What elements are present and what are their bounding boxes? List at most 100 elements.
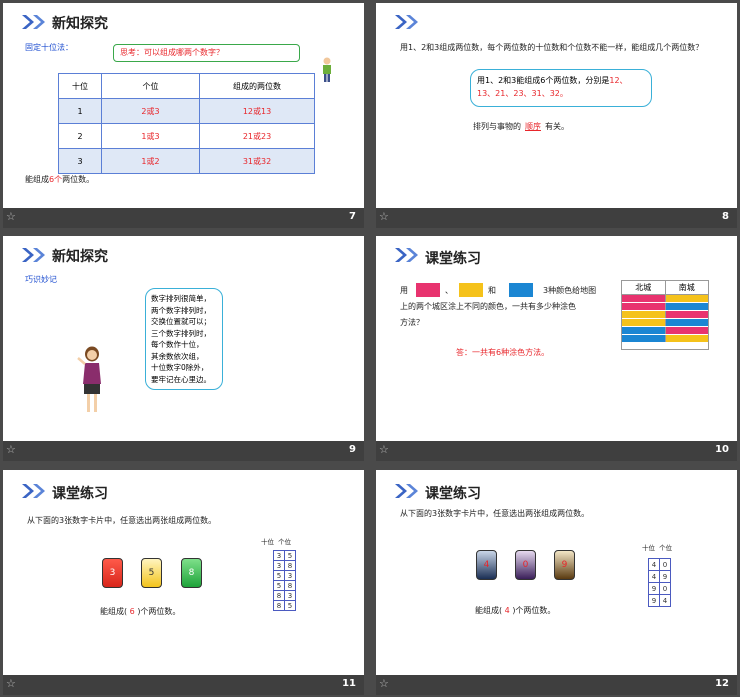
number-card[interactable]: 0 xyxy=(515,550,536,580)
slide-title: 课堂练习 xyxy=(425,486,481,502)
result-text: 能组成( 6 )个两位数。 xyxy=(100,607,181,616)
thought-bubble: 思考：可以组成哪两个数字？ xyxy=(113,44,300,62)
grid-cell: 5 xyxy=(284,600,296,611)
table-cell: 31或32 xyxy=(199,148,315,174)
slide-footer-12: ☆ 12 xyxy=(376,675,737,695)
place-value-table: 十位 个位 组成的两位数 1 2或3 12或13 2 1或3 21或23 3 1… xyxy=(58,73,315,174)
grid-cell: 4 xyxy=(648,570,660,583)
color-pair-row xyxy=(622,319,708,327)
slide-footer-10: ☆ 10 xyxy=(376,441,737,461)
header-tens: 十位 xyxy=(58,73,102,99)
q-and: 和 xyxy=(488,286,496,295)
slide-number: 11 xyxy=(342,678,356,689)
blue-swatch xyxy=(509,283,533,297)
grid-cell: 5 xyxy=(284,550,296,561)
tip-label: 巧识妙记 xyxy=(25,275,57,284)
slide-10[interactable]: 课堂练习 用 、 和 3种颜色给地图 上的两个城区涂上不同的颜色，一共有多少种涂… xyxy=(376,236,737,441)
poem-bubble: 数字排列很简单， 两个数字排列时， 交换位置就可以； 三个数字排列时， 每个数作… xyxy=(145,288,223,390)
method-label: 固定十位法： xyxy=(25,43,73,52)
slide-title: 新知探究 xyxy=(52,16,108,32)
poem-line: 两个数字排列时， xyxy=(151,305,211,315)
slide-11[interactable]: 课堂练习 从下面的3张数字卡片中，任意选出两张组成两位数。 3 5 8 十位 个… xyxy=(3,470,364,675)
header-south: 南城 xyxy=(678,283,695,292)
chevron-icon xyxy=(395,484,418,498)
star-icon: ☆ xyxy=(379,443,389,456)
table-cell: 3 xyxy=(58,148,102,174)
q-line2: 上的两个城区涂上不同的颜色，一共有多少种涂色 xyxy=(400,302,576,311)
poem-line: 十位数字0除外， xyxy=(151,363,209,372)
number-card[interactable]: 8 xyxy=(181,558,202,588)
grid-cell: 9 xyxy=(648,582,660,595)
q-line3: 方法？ xyxy=(400,318,424,327)
grid-cell: 3 xyxy=(284,590,296,601)
color-pair-row xyxy=(622,327,708,335)
slide-footer-7: ☆ 7 xyxy=(3,208,364,228)
answer-grid: 40 49 90 94 xyxy=(648,558,671,607)
grid-cell: 0 xyxy=(659,582,671,595)
table-cell: 1或2 xyxy=(101,148,200,174)
star-icon: ☆ xyxy=(6,210,16,223)
pairs-rows xyxy=(622,295,708,343)
slide-12[interactable]: 课堂练习 从下面的3张数字卡片中，任意选出两张组成两位数。 4 0 9 十位 个… xyxy=(376,470,737,675)
pink-cell xyxy=(665,327,708,334)
grid-header: 十位 个位 xyxy=(261,538,292,546)
slide-number: 8 xyxy=(722,211,729,222)
number-card[interactable]: 5 xyxy=(141,558,162,588)
color-pair-row xyxy=(622,311,708,319)
chevron-icon xyxy=(22,248,45,262)
result-text: 能组成( 4 )个两位数。 xyxy=(475,606,556,615)
number-card[interactable]: 4 xyxy=(476,550,497,580)
pink-cell xyxy=(665,311,708,318)
question-text: 从下面的3张数字卡片中，任意选出两张组成两位数。 xyxy=(400,509,590,518)
number-card[interactable]: 9 xyxy=(554,550,575,580)
blue-cell xyxy=(665,303,708,310)
grid-cell: 8 xyxy=(284,560,296,571)
poem-line: 要牢记在心里边。 xyxy=(151,374,211,384)
grid-header: 十位 个位 xyxy=(642,544,673,552)
result-text: 能组成6个两位数。 xyxy=(25,175,95,184)
grid-cell: 3 xyxy=(273,560,285,571)
slide-8[interactable]: 用1、2和3组成两位数，每个两位数的十位数和个位数不能一样，能组成几个两位数？ … xyxy=(376,3,737,208)
blue-cell xyxy=(622,327,666,334)
color-pair-row xyxy=(622,303,708,311)
poem-line: 数字排列很简单， xyxy=(151,294,211,303)
yellow-cell xyxy=(622,319,666,326)
q-sep: 、 xyxy=(445,286,453,295)
chevron-icon xyxy=(22,15,45,29)
number-card[interactable]: 3 xyxy=(102,558,123,588)
grid-cell: 3 xyxy=(284,570,296,581)
poem-line: 交换位置就可以； xyxy=(151,317,211,326)
table-cell: 2 xyxy=(58,123,102,149)
grid-cell: 4 xyxy=(648,558,660,571)
color-pair-row xyxy=(622,335,708,343)
grid-cell: 8 xyxy=(273,600,285,611)
grid-cell: 8 xyxy=(284,580,296,591)
table-cell: 1 xyxy=(58,98,102,124)
star-icon: ☆ xyxy=(379,210,389,223)
slide-7[interactable]: 新知探究 固定十位法： 思考：可以组成哪两个数字？ 十位 个位 组成的两位数 1… xyxy=(3,3,364,208)
slide-footer-9: ☆ 9 xyxy=(3,441,364,461)
table-cell: 2或3 xyxy=(101,98,200,124)
blue-cell xyxy=(665,319,708,326)
slide-title: 课堂练习 xyxy=(52,486,108,502)
slide-number: 12 xyxy=(715,678,729,689)
slide-footer-11: ☆ 11 xyxy=(3,675,364,695)
slide-title: 新知探究 xyxy=(52,249,108,265)
color-pair-row xyxy=(622,295,708,303)
star-icon: ☆ xyxy=(6,677,16,690)
answer-grid: 35 38 53 58 83 85 xyxy=(273,550,296,611)
answer-text: 答：一共有6种涂色方法。 xyxy=(456,348,550,357)
slide-9[interactable]: 新知探究 巧识妙记 数字排列很简单， 两个数字排列时， 交换位置就可以； 三个数… xyxy=(3,236,364,441)
color-table: 北城 南城 xyxy=(621,280,709,350)
poem-line: 三个数字排列时， xyxy=(151,328,211,338)
grid-cell: 0 xyxy=(659,558,671,571)
grid-cell: 9 xyxy=(648,594,660,607)
grid-cell: 4 xyxy=(659,594,671,607)
pink-cell xyxy=(622,295,666,302)
teacher-figure xyxy=(77,346,101,412)
chevron-icon xyxy=(22,484,45,498)
header-number: 组成的两位数 xyxy=(199,73,315,99)
header-north: 北城 xyxy=(622,281,666,294)
boy-figure xyxy=(323,57,331,82)
table-cell: 21或23 xyxy=(199,123,315,149)
